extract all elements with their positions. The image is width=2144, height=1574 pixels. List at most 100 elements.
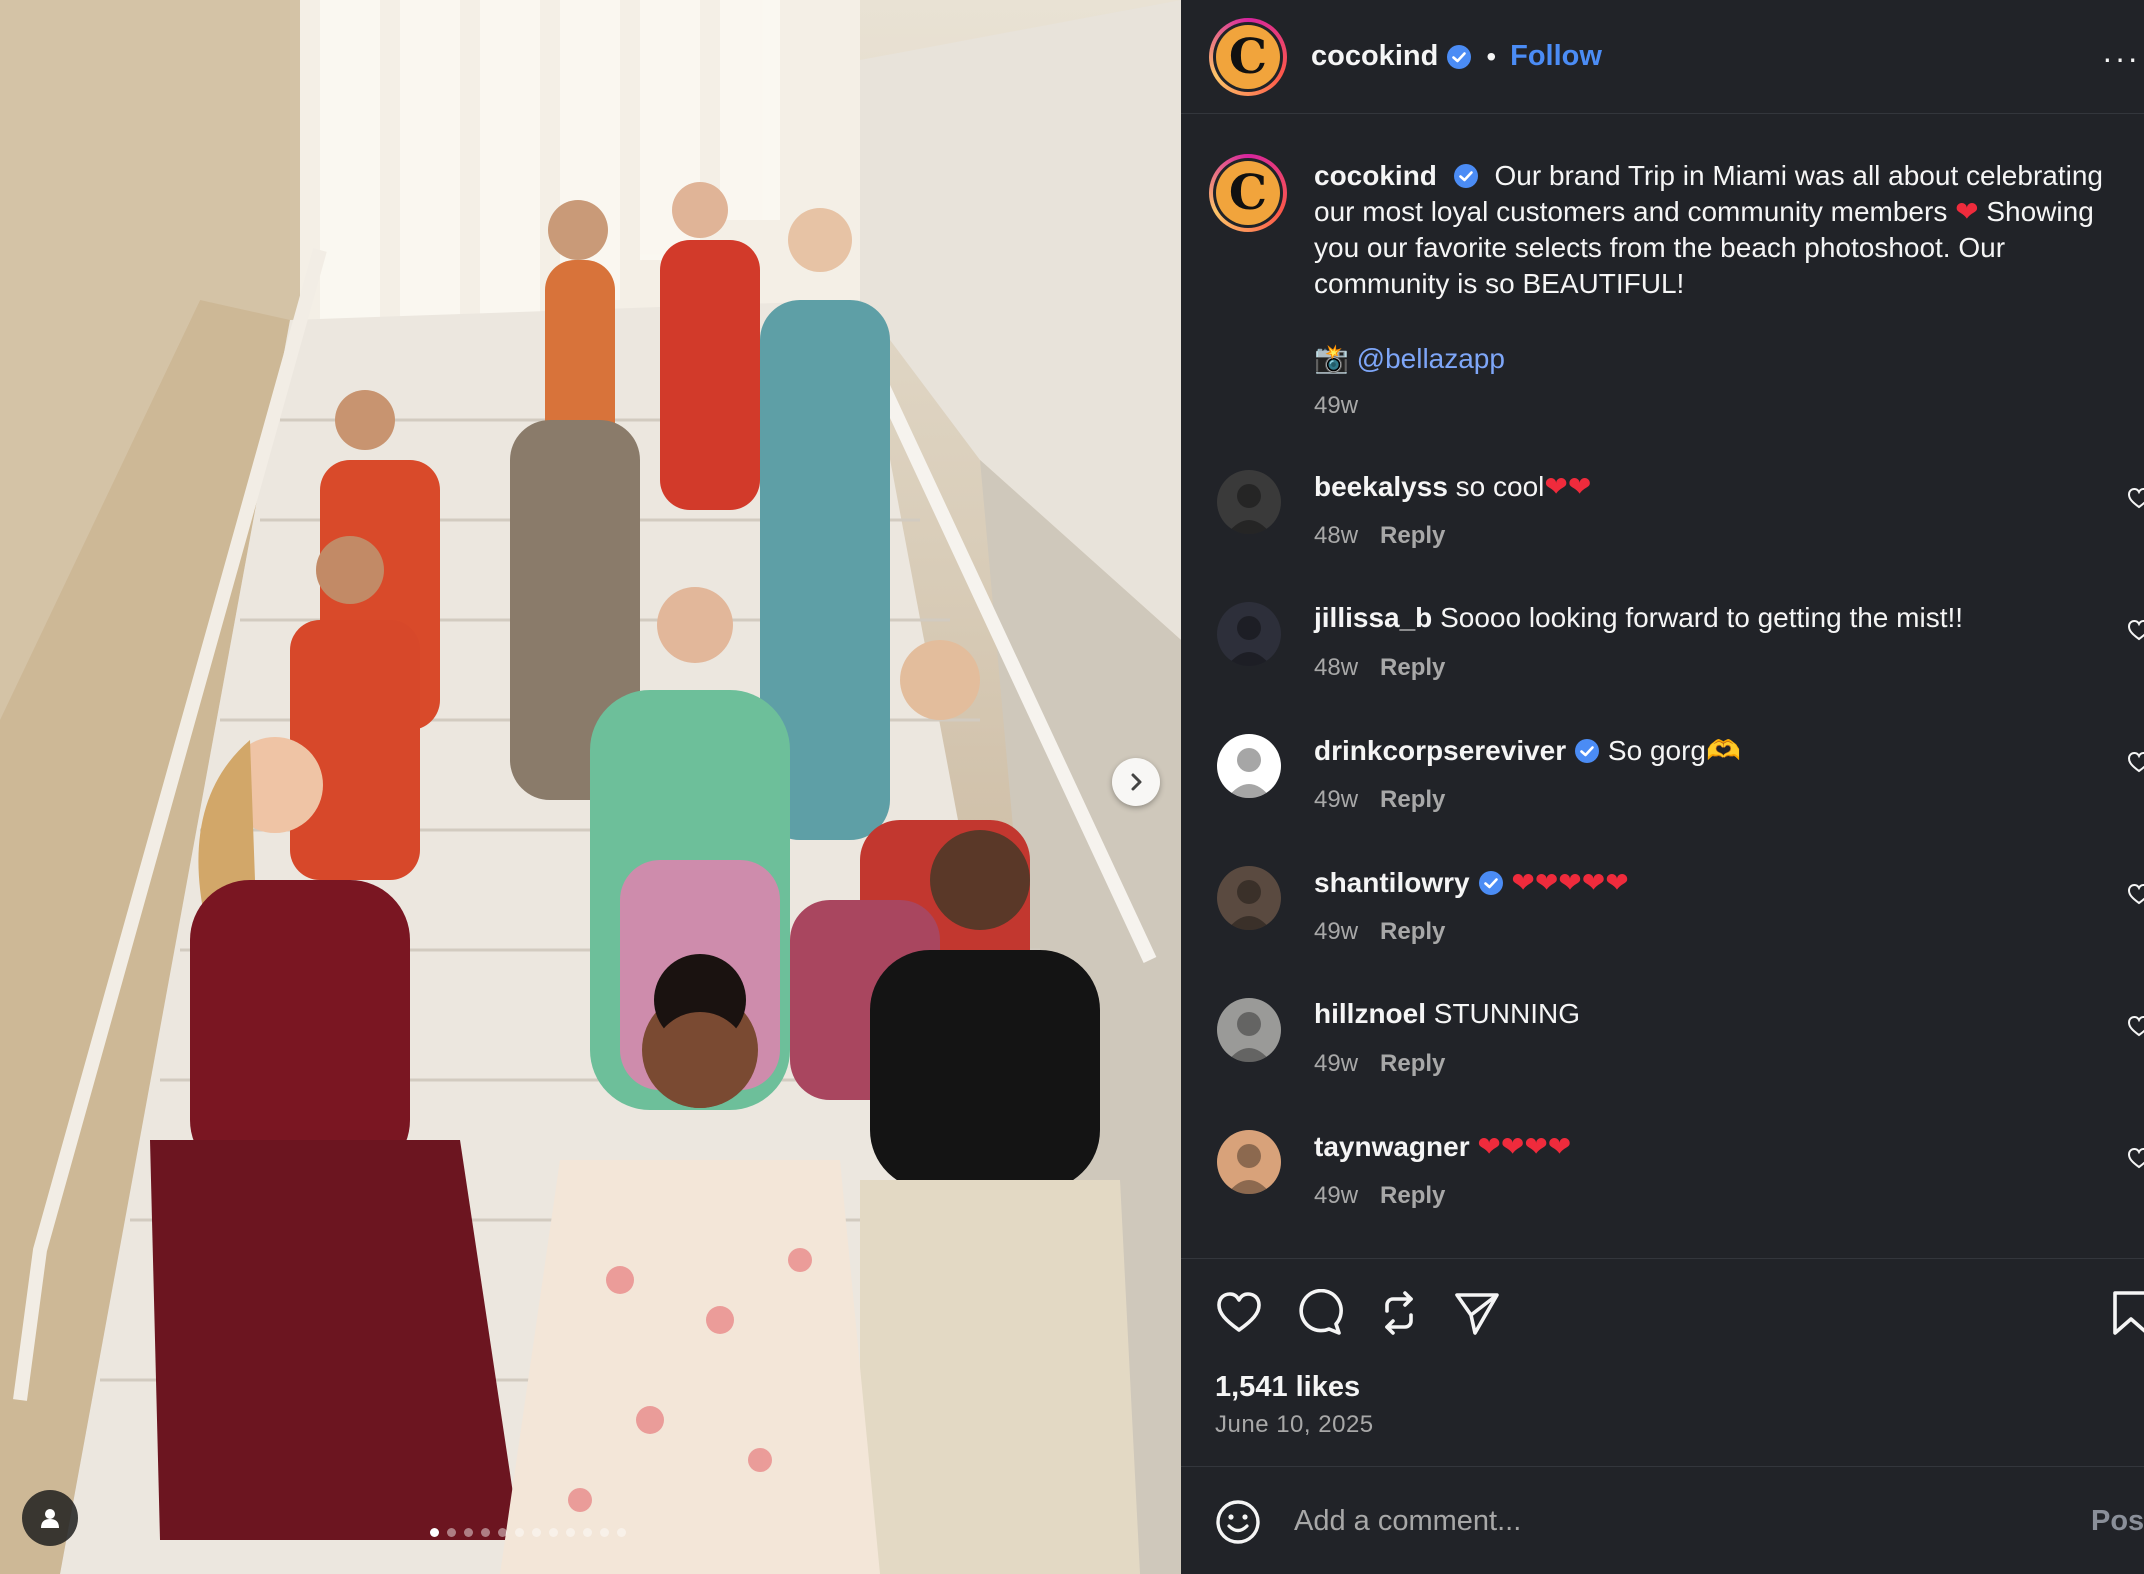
- comments-list: beekalyss so cool❤❤ 48w Reply jillissa_b So…: [1181, 460, 2144, 1252]
- account-username[interactable]: cocokind: [1311, 40, 1438, 73]
- comment-meta: 48w Reply: [1314, 522, 1445, 550]
- photo-credit: 📸 @bellazapp: [1314, 342, 1505, 375]
- camera-emoji: 📸: [1314, 343, 1349, 374]
- commenter-avatar[interactable]: [1217, 1130, 1281, 1194]
- reply-button[interactable]: Reply: [1380, 1050, 1445, 1077]
- comment-timestamp[interactable]: 48w: [1314, 654, 1358, 681]
- caption-timestamp[interactable]: 49w: [1314, 392, 1358, 420]
- comment-like-icon[interactable]: [2127, 1146, 2144, 1170]
- comment-body: STUNNING: [1433, 998, 1581, 1029]
- avatar-letter: C: [1216, 24, 1280, 89]
- comment-input[interactable]: [1294, 1495, 1994, 1547]
- comment-meta: 49w Reply: [1314, 1182, 1445, 1210]
- comment-icon[interactable]: [1295, 1289, 1343, 1337]
- bookmark-icon[interactable]: [2111, 1289, 2144, 1337]
- avatar-image: [1217, 866, 1281, 930]
- commenter-username[interactable]: taynwagner: [1314, 1131, 1470, 1162]
- commenter-username[interactable]: beekalyss: [1314, 471, 1448, 502]
- caption-text: cocokind Our brand Trip in Miami was all…: [1314, 158, 2134, 302]
- carousel-next-button[interactable]: [1112, 758, 1160, 806]
- reply-button[interactable]: Reply: [1380, 522, 1445, 549]
- comment-meta: 48w Reply: [1314, 654, 1445, 682]
- likes-count[interactable]: 1,541 likes: [1215, 1371, 1360, 1404]
- comment-emoji: 🫶: [1706, 735, 1741, 766]
- comment-timestamp[interactable]: 49w: [1314, 786, 1358, 813]
- avatar-image: [1217, 470, 1281, 534]
- comment-text: drinkcorpsereviver So gorg🫶: [1314, 734, 1741, 767]
- share-icon[interactable]: [1453, 1289, 1501, 1337]
- comment-row: shantilowry ❤❤❤❤❤ 49w Reply: [1181, 856, 2144, 988]
- avatar-image: [1217, 602, 1281, 666]
- comment-text: shantilowry ❤❤❤❤❤: [1314, 866, 1629, 899]
- comment-body: Soooo looking forward to getting the mis…: [1440, 602, 1964, 633]
- carousel-dot: [498, 1528, 507, 1537]
- comment-body: So gorg: [1607, 735, 1706, 766]
- comment-like-icon[interactable]: [2127, 486, 2144, 510]
- carousel-dot: [549, 1528, 558, 1537]
- avatar-image: [1217, 998, 1281, 1062]
- reply-button[interactable]: Reply: [1380, 786, 1445, 813]
- post-side-panel: C cocokind • Follow ··· C cocokind Our b…: [1181, 0, 2144, 1574]
- like-icon[interactable]: [1215, 1289, 1263, 1337]
- post-comment-button[interactable]: Post: [2091, 1505, 2144, 1538]
- carousel-dot: [430, 1528, 439, 1537]
- caption-avatar[interactable]: C: [1209, 154, 1287, 232]
- reply-button[interactable]: Reply: [1380, 654, 1445, 681]
- comment-meta: 49w Reply: [1314, 918, 1445, 946]
- commenter-avatar[interactable]: [1217, 470, 1281, 534]
- carousel-indicator: [430, 1528, 626, 1537]
- comment-text: taynwagner ❤❤❤❤: [1314, 1130, 1571, 1163]
- mention-link[interactable]: @bellazapp: [1357, 343, 1505, 374]
- carousel-dot: [532, 1528, 541, 1537]
- post-caption: C cocokind Our brand Trip in Miami was a…: [1181, 114, 2144, 422]
- commenter-username[interactable]: drinkcorpsereviver: [1314, 735, 1566, 766]
- comment-row: hillznoel STUNNING 49w Reply: [1181, 988, 2144, 1120]
- follow-button[interactable]: Follow: [1510, 40, 1602, 73]
- verified-badge-icon: [1453, 164, 1478, 188]
- commenter-avatar[interactable]: [1217, 866, 1281, 930]
- comment-timestamp[interactable]: 49w: [1314, 918, 1358, 945]
- carousel-dot: [515, 1528, 524, 1537]
- post-photo[interactable]: [0, 0, 1181, 1574]
- commenter-avatar[interactable]: [1217, 602, 1281, 666]
- reply-button[interactable]: Reply: [1380, 918, 1445, 945]
- commenter-username[interactable]: shantilowry: [1314, 867, 1470, 898]
- post-actions: 1,541 likes June 10, 2025: [1181, 1258, 2144, 1468]
- comment-like-icon[interactable]: [2127, 1014, 2144, 1038]
- commenter-username[interactable]: jillissa_b: [1314, 602, 1432, 633]
- comment-timestamp[interactable]: 49w: [1314, 1050, 1358, 1077]
- carousel-dot: [600, 1528, 609, 1537]
- tagged-users-button[interactable]: [22, 1490, 78, 1546]
- comment-meta: 49w Reply: [1314, 1050, 1445, 1078]
- comment-timestamp[interactable]: 48w: [1314, 522, 1358, 549]
- verified-badge-icon: [1447, 44, 1472, 69]
- commenter-avatar[interactable]: [1217, 998, 1281, 1062]
- comment-like-icon[interactable]: [2127, 618, 2144, 642]
- carousel-dot: [464, 1528, 473, 1537]
- more-options-button[interactable]: ···: [2102, 40, 2140, 77]
- emoji-icon[interactable]: [1215, 1499, 1261, 1545]
- caption-username[interactable]: cocokind: [1314, 160, 1437, 191]
- carousel-dot: [617, 1528, 626, 1537]
- avatar-letter: C: [1216, 161, 1280, 225]
- verified-badge-icon: [1478, 871, 1503, 895]
- comment-text: hillznoel STUNNING: [1314, 998, 1580, 1030]
- comment-emoji: ❤❤: [1544, 471, 1592, 502]
- comment-row: beekalyss so cool❤❤ 48w Reply: [1181, 460, 2144, 592]
- reply-button[interactable]: Reply: [1380, 1182, 1445, 1209]
- commenter-username[interactable]: hillznoel: [1314, 998, 1426, 1029]
- comment-body: so cool: [1455, 471, 1545, 502]
- comment-like-icon[interactable]: [2127, 882, 2144, 906]
- comment-like-icon[interactable]: [2127, 750, 2144, 774]
- commenter-avatar[interactable]: [1217, 734, 1281, 798]
- heart-emoji: ❤: [1955, 196, 1979, 227]
- comment-timestamp[interactable]: 49w: [1314, 1182, 1358, 1209]
- account-avatar[interactable]: C: [1209, 17, 1287, 96]
- comment-row: taynwagner ❤❤❤❤ 49w Reply: [1181, 1120, 2144, 1252]
- comment-row: drinkcorpsereviver So gorg🫶 49w Reply: [1181, 724, 2144, 856]
- carousel-dot: [566, 1528, 575, 1537]
- carousel-dot: [583, 1528, 592, 1537]
- post-date: June 10, 2025: [1215, 1411, 1374, 1438]
- repost-icon[interactable]: [1375, 1289, 1423, 1337]
- avatar-image: [1217, 734, 1281, 798]
